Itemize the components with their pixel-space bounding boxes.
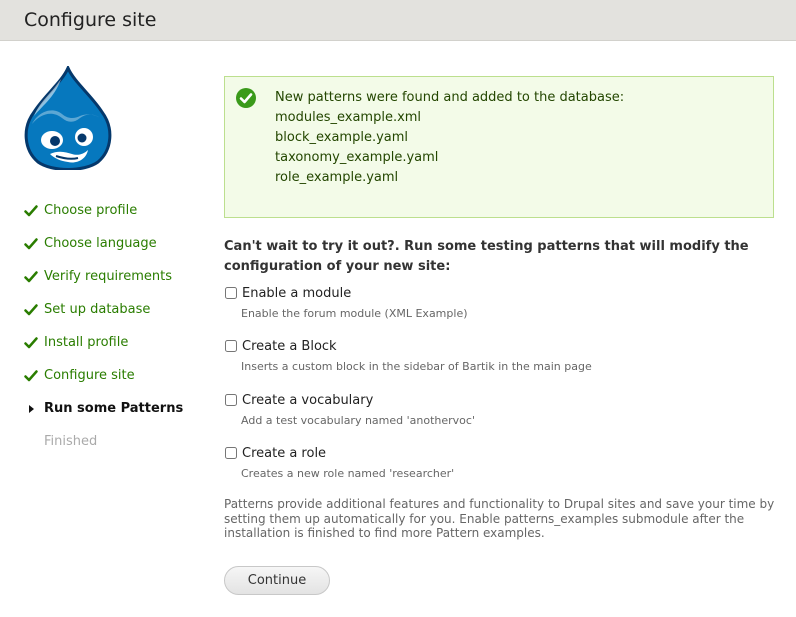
option-row[interactable]: Create a Block (224, 336, 784, 356)
step-label: Configure site (44, 368, 135, 383)
checkmark-icon (24, 370, 38, 382)
step-label: Run some Patterns (44, 401, 184, 416)
message-file: modules_example.xml (275, 110, 422, 125)
message-file: role_example.yaml (275, 170, 399, 185)
option-row[interactable]: Create a vocabulary (224, 390, 784, 410)
option-label: Create a Block (242, 338, 337, 354)
step-choose-profile: Choose profile (24, 200, 183, 233)
option-label: Create a vocabulary (242, 392, 374, 408)
option-description: Add a test vocabulary named 'anothervoc' (241, 414, 475, 427)
drupal-logo-icon (24, 66, 112, 170)
option-label: Enable a module (242, 285, 352, 301)
message-file: block_example.yaml (275, 130, 409, 145)
page-header: Configure site (0, 0, 796, 41)
patterns-intro: Can't wait to try it out?. Run some test… (224, 239, 749, 274)
option-create-block: Create a Block Inserts a custom block in… (224, 336, 784, 373)
success-check-icon (236, 88, 256, 108)
step-install-profile: Install profile (24, 332, 183, 365)
option-description: Enable the forum module (XML Example) (241, 307, 468, 320)
create-block-checkbox[interactable] (225, 340, 237, 352)
continue-button[interactable]: Continue (224, 566, 330, 595)
checkmark-icon (24, 337, 38, 349)
step-verify-requirements: Verify requirements (24, 266, 183, 299)
step-label: Verify requirements (44, 269, 173, 284)
page-title: Configure site (24, 9, 157, 31)
step-run-some-patterns: Run some Patterns (24, 398, 183, 431)
step-set-up-database: Set up database (24, 299, 183, 332)
step-label: Choose profile (44, 203, 138, 218)
step-configure-site: Configure site (24, 365, 183, 398)
step-label: Choose language (44, 236, 157, 251)
triangle-right-icon (29, 405, 34, 413)
message-lines: New patterns were found and added to the… (275, 88, 624, 188)
step-label: Finished (44, 434, 98, 449)
option-description: Creates a new role named 'researcher' (241, 467, 455, 480)
option-row[interactable]: Enable a module (224, 283, 784, 303)
option-description: Inserts a custom block in the sidebar of… (241, 360, 592, 373)
checkmark-icon (24, 304, 38, 316)
message-title: New patterns were found and added to the… (275, 90, 625, 105)
checkmark-icon (24, 238, 38, 250)
option-row[interactable]: Create a role (224, 443, 784, 463)
option-enable-module: Enable a module Enable the forum module … (224, 283, 784, 320)
checkmark-icon (24, 271, 38, 283)
option-label: Create a role (242, 445, 327, 461)
step-label: Install profile (44, 335, 129, 350)
install-steps: Choose profile Choose language Verify re… (24, 200, 183, 464)
option-create-vocabulary: Create a vocabulary Add a test vocabular… (224, 390, 784, 427)
option-create-role: Create a role Creates a new role named '… (224, 443, 784, 480)
step-choose-language: Choose language (24, 233, 183, 266)
create-vocabulary-checkbox[interactable] (225, 394, 237, 406)
status-message: New patterns were found and added to the… (224, 76, 774, 218)
checkmark-icon (24, 205, 38, 217)
step-finished: Finished (24, 431, 183, 464)
step-label: Set up database (44, 302, 151, 317)
patterns-help-text: Patterns provide additional features and… (224, 497, 775, 540)
create-role-checkbox[interactable] (225, 447, 237, 459)
enable-module-checkbox[interactable] (225, 287, 237, 299)
message-file: taxonomy_example.yaml (275, 150, 439, 165)
